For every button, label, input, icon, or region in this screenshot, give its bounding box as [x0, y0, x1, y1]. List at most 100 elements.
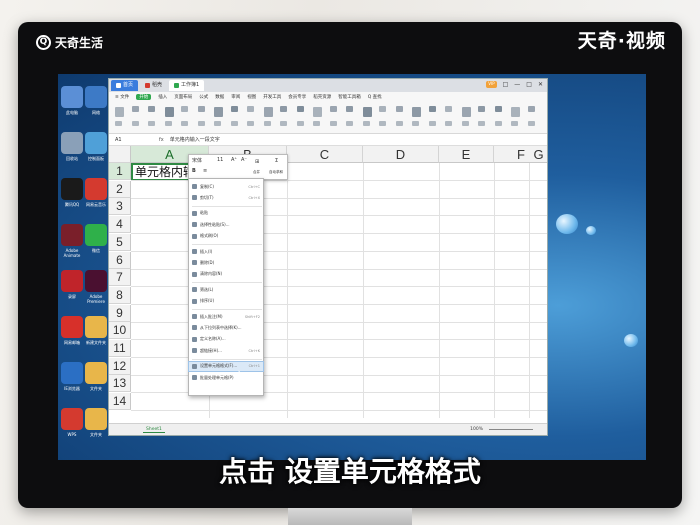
- row-header[interactable]: 7: [109, 269, 131, 287]
- mini-merge[interactable]: ⊞: [255, 159, 259, 165]
- ribbon-tool-icon[interactable]: [412, 107, 421, 117]
- context-menu-item[interactable]: 从下拉列表中选择(K)...: [189, 323, 263, 332]
- menu-item[interactable]: 审阅: [231, 94, 240, 100]
- desktop-app-icon[interactable]: [61, 132, 83, 154]
- sheet-grid[interactable]: 单元格内输入一段文字 ABCDEFG1234567891011121314: [109, 146, 547, 422]
- menu-item[interactable]: Q 查找: [368, 94, 382, 100]
- ribbon-tool-icon[interactable]: [511, 121, 518, 126]
- menu-item[interactable]: 智能工具箱: [338, 94, 361, 100]
- restore-button[interactable]: □: [503, 81, 509, 88]
- tab-normal[interactable]: 稻壳: [140, 80, 167, 91]
- mini-grow-font[interactable]: A⁺: [231, 157, 237, 163]
- context-menu-item[interactable]: 定义名称(A)...: [189, 335, 263, 344]
- select-all-corner[interactable]: [109, 146, 131, 163]
- ribbon-tool-icon[interactable]: [362, 107, 372, 117]
- ribbon-tool-icon[interactable]: [148, 121, 155, 126]
- context-menu-item[interactable]: 超链接(H)... Ctrl+K: [189, 346, 263, 355]
- context-menu-item[interactable]: 插入(I): [189, 247, 263, 256]
- mini-bold[interactable]: B: [192, 168, 196, 174]
- menu-item[interactable]: 会员专享: [288, 94, 306, 100]
- menu-item[interactable]: ≡ 文件: [115, 94, 129, 100]
- mini-font-size[interactable]: 11: [217, 157, 223, 163]
- menu-item[interactable]: 公式: [199, 94, 208, 100]
- ribbon-tool-icon[interactable]: [115, 107, 124, 117]
- context-menu-item[interactable]: 筛选(L): [189, 285, 263, 294]
- menu-item[interactable]: 开发工具: [263, 94, 281, 100]
- ribbon-tool-icon[interactable]: [197, 121, 205, 126]
- ribbon-tool-icon[interactable]: [181, 106, 188, 112]
- column-header[interactable]: C: [287, 146, 363, 163]
- ribbon-tool-icon[interactable]: [263, 121, 271, 126]
- ribbon-tool-icon[interactable]: [346, 106, 353, 112]
- menu-item[interactable]: 插入: [158, 94, 167, 100]
- ribbon-tool-icon[interactable]: [395, 121, 403, 126]
- ribbon-tool-icon[interactable]: [478, 106, 485, 112]
- ribbon-tool-icon[interactable]: [346, 121, 353, 126]
- column-header[interactable]: E: [439, 146, 494, 163]
- desktop-app-icon[interactable]: [85, 224, 107, 246]
- column-header[interactable]: D: [363, 146, 439, 163]
- context-menu-item[interactable]: 删除(D): [189, 258, 263, 267]
- row-header[interactable]: 2: [109, 180, 131, 198]
- zoom-level[interactable]: 100%: [470, 427, 483, 432]
- ribbon-tool-icon[interactable]: [494, 121, 502, 126]
- context-menu-item[interactable]: 批量处理单元格(P): [189, 373, 263, 382]
- row-header[interactable]: 8: [109, 286, 131, 304]
- formula-input[interactable]: 单元格内输入一段文字: [170, 136, 220, 143]
- context-menu-item[interactable]: 格式刷(O): [189, 232, 263, 241]
- desktop-app-icon[interactable]: [85, 132, 107, 154]
- desktop-app-icon[interactable]: [61, 316, 83, 338]
- ribbon-tool-icon[interactable]: [329, 121, 337, 126]
- context-menu-item[interactable]: 粘贴: [189, 209, 263, 218]
- name-box[interactable]: A1: [109, 137, 149, 143]
- row-header[interactable]: 4: [109, 216, 131, 234]
- ribbon-tool-icon[interactable]: [280, 121, 287, 126]
- member-badge[interactable]: VIP: [486, 81, 497, 88]
- ribbon-tool-icon[interactable]: [379, 106, 386, 112]
- zoom-slider[interactable]: [489, 429, 533, 430]
- mini-align[interactable]: ≡: [203, 168, 207, 174]
- menu-item[interactable]: 视图: [247, 94, 256, 100]
- menu-item[interactable]: 开始: [136, 94, 152, 100]
- format-cells-menu-item[interactable]: 设置单元格格式(F)... Ctrl+1: [188, 360, 264, 372]
- tab-active[interactable]: 工作簿1: [169, 80, 205, 91]
- ribbon-tool-icon[interactable]: [181, 121, 188, 126]
- ribbon-tool-icon[interactable]: [445, 121, 452, 126]
- fx-icon[interactable]: fx: [159, 137, 164, 143]
- mini-font[interactable]: 宋体: [192, 157, 202, 164]
- context-menu-item[interactable]: 剪切(T) Ctrl+X: [189, 193, 263, 202]
- desktop-app-icon[interactable]: [85, 362, 107, 384]
- desktop-app-icon[interactable]: [85, 86, 107, 108]
- menu-item[interactable]: 数据: [215, 94, 224, 100]
- desktop-app-icon[interactable]: [61, 86, 83, 108]
- menu-item[interactable]: 页面布局: [174, 94, 192, 100]
- row-header[interactable]: 10: [109, 322, 131, 340]
- desktop-app-icon[interactable]: [61, 408, 83, 430]
- ribbon-tool-icon[interactable]: [395, 106, 403, 112]
- ribbon-tool-icon[interactable]: [313, 121, 320, 126]
- ribbon-tool-icon[interactable]: [280, 106, 287, 112]
- ribbon-tool-icon[interactable]: [296, 121, 304, 126]
- ribbon-tool-icon[interactable]: [478, 121, 485, 126]
- column-header[interactable]: G: [529, 146, 547, 163]
- ribbon-tool-icon[interactable]: [148, 106, 155, 112]
- context-menu-item[interactable]: 选择性粘贴(S)...: [189, 220, 263, 229]
- desktop-app-icon[interactable]: [61, 362, 83, 384]
- desktop-app-icon[interactable]: [85, 178, 107, 200]
- ribbon-tool-icon[interactable]: [214, 121, 221, 126]
- sheet-tab[interactable]: Sheet1: [143, 427, 165, 433]
- mini-sum[interactable]: Σ: [275, 158, 278, 164]
- tab-home[interactable]: 首页: [111, 80, 139, 91]
- context-menu-item[interactable]: 排序(U): [189, 297, 263, 306]
- ribbon-tool-icon[interactable]: [313, 107, 322, 117]
- ribbon-tool-icon[interactable]: [379, 121, 386, 126]
- ribbon-tool-icon[interactable]: [461, 121, 469, 126]
- context-menu-item[interactable]: 清除内容(N): [189, 270, 263, 279]
- ribbon-tool-icon[interactable]: [461, 107, 471, 117]
- row-header[interactable]: 14: [109, 393, 131, 411]
- row-header[interactable]: 12: [109, 357, 131, 375]
- desktop-app-icon[interactable]: [85, 316, 107, 338]
- ribbon-tool-icon[interactable]: [164, 107, 174, 117]
- ribbon-tool-icon[interactable]: [197, 106, 205, 112]
- row-header[interactable]: 11: [109, 340, 131, 357]
